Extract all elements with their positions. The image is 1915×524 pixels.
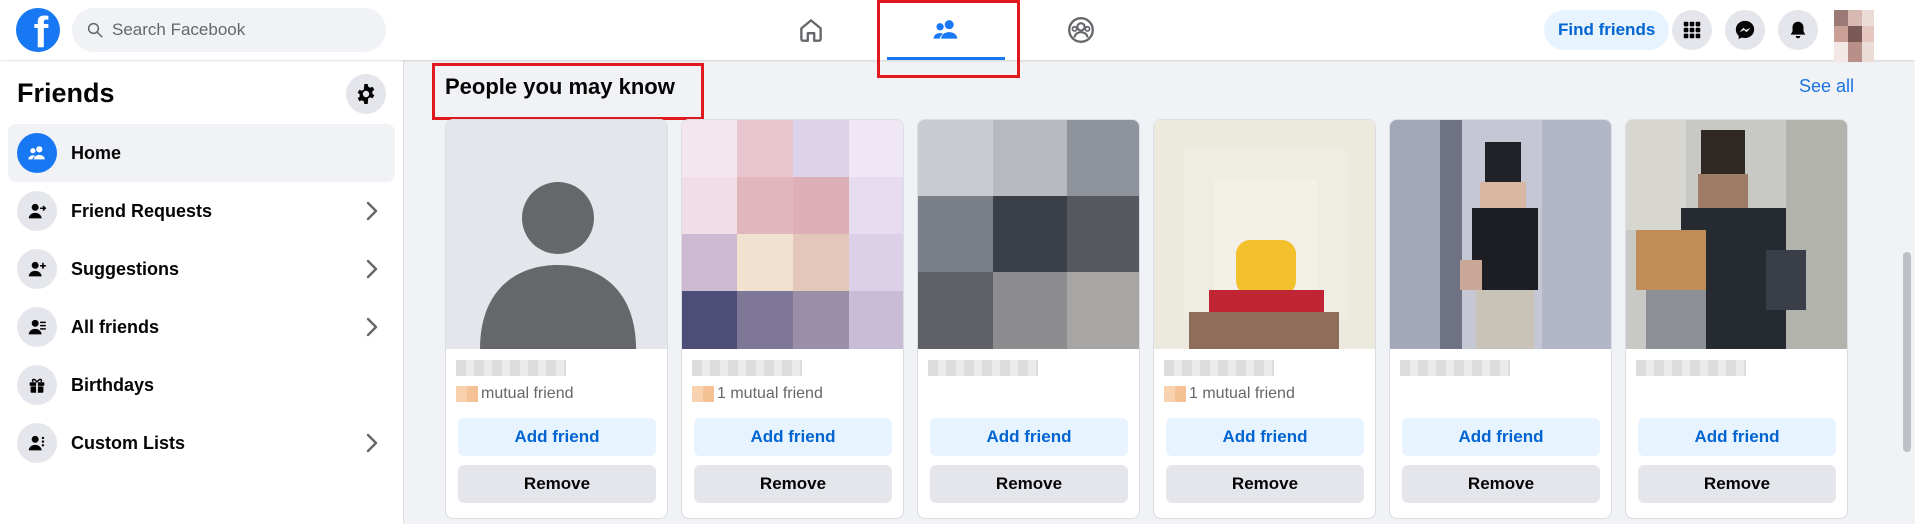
chevron-right-icon [366, 317, 378, 337]
friends-icon [933, 20, 958, 39]
sidebar-item-label: Birthdays [71, 374, 155, 395]
add-friend-button[interactable]: Add friend [1402, 418, 1600, 456]
search-box[interactable] [72, 8, 386, 52]
chevron-right-icon [366, 259, 378, 279]
remove-button[interactable]: Remove [1402, 465, 1600, 503]
sidebar: Friends Home Friend Requests Suggestions… [0, 60, 404, 524]
sidebar-icon-wrap [17, 365, 57, 405]
messenger-icon [1735, 20, 1755, 40]
sidebar-item-suggestions[interactable]: Suggestions [8, 240, 395, 298]
gear-icon [357, 84, 375, 104]
add-friend-button[interactable]: Add friend [458, 418, 656, 456]
profile-photo-blurred[interactable] [1390, 120, 1612, 349]
profile-photo-blurred[interactable] [1154, 120, 1376, 349]
sidebar-item-label: Friend Requests [71, 200, 213, 221]
add-friend-button[interactable]: Add friend [1638, 418, 1836, 456]
friend-request-icon [28, 203, 47, 219]
see-all-link[interactable]: See all [1799, 76, 1854, 97]
mutual-friends-text: 1 mutual friend [1189, 385, 1295, 402]
top-navigation-bar: f Find friends [0, 0, 1915, 62]
chevron-right-icon [366, 433, 378, 453]
sidebar-icon-wrap [17, 307, 57, 347]
sidebar-title: Friends [17, 78, 115, 108]
person-name-blurred[interactable] [1400, 360, 1510, 376]
person-name-blurred[interactable] [1636, 360, 1746, 376]
logo-letter: f [33, 8, 49, 53]
add-friend-button[interactable]: Add friend [1166, 418, 1364, 456]
friends-icon [28, 146, 45, 160]
mutual-friend-thumbnail [1164, 386, 1186, 402]
suggestion-card: 1 mutual friend Add friend Remove [681, 119, 904, 519]
find-friends-label: Find friends [1558, 20, 1656, 39]
sidebar-item-all-friends[interactable]: All friends [8, 298, 395, 356]
messenger-button[interactable] [1725, 10, 1765, 50]
suggestion-card: Add friend Remove [917, 119, 1140, 519]
person-name-blurred[interactable] [1164, 360, 1274, 376]
section-title: People you may know [445, 74, 675, 99]
person-name-blurred[interactable] [928, 360, 1038, 376]
remove-button[interactable]: Remove [1166, 465, 1364, 503]
sidebar-item-birthdays[interactable]: Birthdays [8, 356, 395, 414]
sidebar-item-home[interactable]: Home [8, 124, 395, 182]
suggestion-card: mutual friend Add friend Remove [445, 119, 668, 519]
profile-photo-blurred[interactable] [1626, 120, 1848, 349]
sidebar-icon-wrap [17, 133, 57, 173]
mutual-friend-thumbnail [456, 386, 478, 402]
gift-icon [29, 378, 45, 393]
menu-button[interactable] [1672, 10, 1712, 50]
sidebar-item-label: All friends [71, 316, 160, 337]
person-name-blurred[interactable] [456, 360, 566, 376]
remove-button[interactable]: Remove [694, 465, 892, 503]
bell-icon [1790, 21, 1806, 39]
sidebar-item-label: Suggestions [71, 258, 180, 279]
suggestion-card: Add friend Remove [1625, 119, 1848, 519]
chevron-right-icon [366, 201, 378, 221]
home-icon [800, 19, 822, 42]
profile-photo [1834, 10, 1874, 62]
tab-home[interactable] [746, 0, 876, 60]
mutual-friend-thumbnail [692, 386, 714, 402]
sidebar-item-label: Custom Lists [71, 432, 186, 453]
custom-list-icon [28, 435, 45, 451]
add-friend-button[interactable]: Add friend [930, 418, 1128, 456]
sidebar-icon-wrap [17, 249, 57, 289]
add-friend-button[interactable]: Add friend [694, 418, 892, 456]
find-friends-button[interactable]: Find friends [1544, 10, 1670, 50]
profile-photo-blurred[interactable] [682, 120, 904, 349]
grid-menu-icon [1683, 21, 1701, 39]
mutual-friends[interactable]: mutual friend [456, 385, 574, 403]
notifications-button[interactable] [1778, 10, 1818, 50]
add-friend-icon [28, 261, 47, 277]
avatar[interactable] [1834, 10, 1874, 62]
settings-button[interactable] [346, 74, 386, 114]
tab-friends[interactable] [881, 0, 1011, 60]
active-tab-indicator [887, 57, 1005, 60]
mutual-friends-text: mutual friend [481, 385, 574, 402]
sidebar-icon-wrap [17, 423, 57, 463]
remove-button[interactable]: Remove [930, 465, 1128, 503]
profile-photo-blurred[interactable] [918, 120, 1140, 349]
suggestion-card: 1 mutual friend Add friend Remove [1153, 119, 1376, 519]
suggestion-card: Add friend Remove [1389, 119, 1612, 519]
mutual-friends[interactable]: 1 mutual friend [692, 385, 823, 403]
sidebar-item-friend-requests[interactable]: Friend Requests [8, 182, 395, 240]
all-friends-icon [28, 319, 46, 335]
remove-button[interactable]: Remove [458, 465, 656, 503]
page-scrollbar-thumb[interactable] [1903, 252, 1911, 452]
search-input[interactable] [112, 20, 372, 40]
sidebar-item-label: Home [71, 142, 122, 163]
mutual-friends-text: 1 mutual friend [717, 385, 823, 402]
person-name-blurred[interactable] [692, 360, 802, 376]
facebook-logo[interactable]: f [16, 8, 60, 52]
search-icon [87, 22, 103, 38]
default-avatar-image[interactable] [446, 120, 668, 349]
mutual-friends[interactable]: 1 mutual friend [1164, 385, 1295, 403]
remove-button[interactable]: Remove [1638, 465, 1836, 503]
groups-icon [1068, 17, 1094, 43]
tab-groups[interactable] [1016, 0, 1146, 60]
sidebar-item-custom-lists[interactable]: Custom Lists [8, 414, 395, 472]
sidebar-icon-wrap [17, 191, 57, 231]
